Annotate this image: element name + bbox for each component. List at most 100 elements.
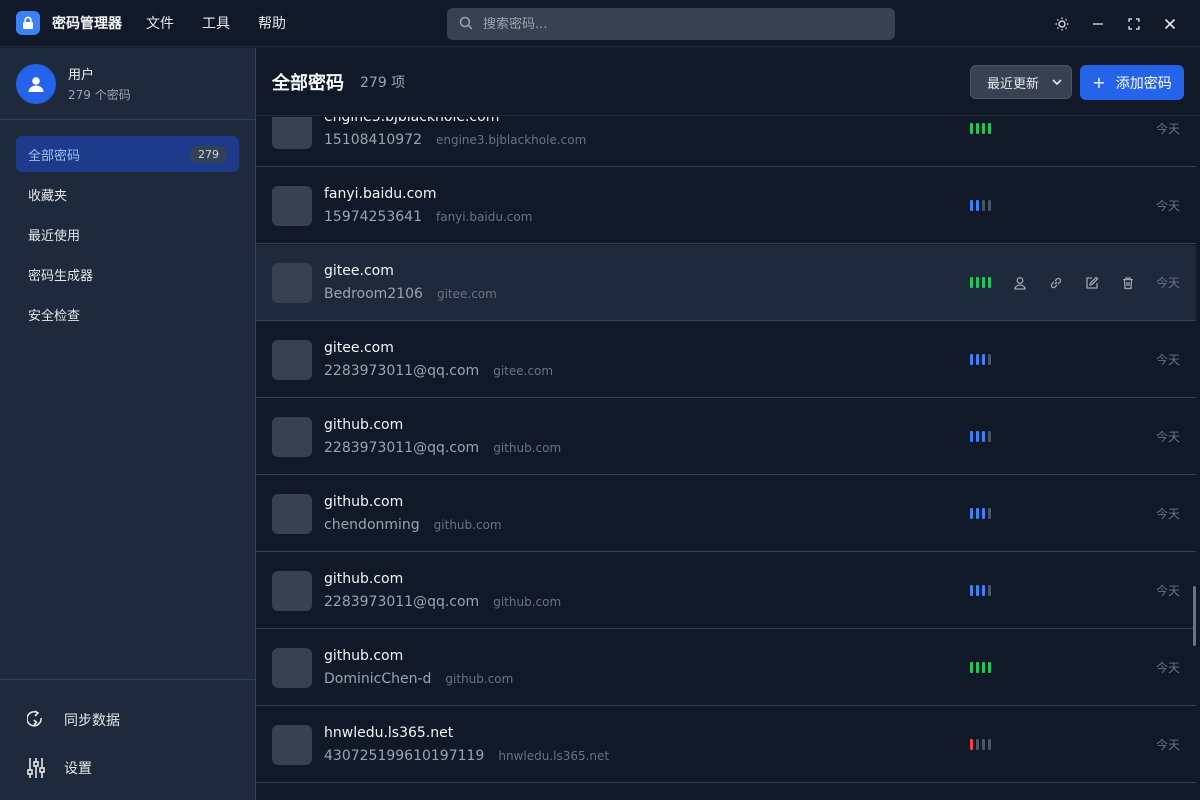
entry-username: 430725199610197119 bbox=[324, 748, 485, 764]
strength-bar bbox=[970, 354, 973, 365]
strength-bar bbox=[970, 585, 973, 596]
list-item[interactable]: fanyi.baidu.com 15974253641 fanyi.baidu.co… bbox=[256, 168, 1196, 244]
strength-bar bbox=[982, 739, 985, 750]
entry-username: 15974253641 bbox=[324, 209, 422, 225]
strength-bar bbox=[976, 123, 979, 134]
chevron-down-icon bbox=[1051, 75, 1063, 93]
entry-title: github.com bbox=[324, 648, 404, 664]
menu-tools[interactable]: 工具 bbox=[202, 13, 230, 33]
list-item[interactable]: github.com 2283973011@qq.com github.com 今天 bbox=[256, 399, 1196, 475]
sidebar-item-all-passwords[interactable]: 全部密码 279 bbox=[16, 136, 239, 172]
copy-username-icon[interactable] bbox=[1008, 271, 1032, 295]
entry-title: fanyi.baidu.com bbox=[324, 186, 437, 202]
add-password-button[interactable]: + 添加密码 bbox=[1080, 65, 1184, 100]
item-count: 279 项 bbox=[360, 74, 406, 91]
sidebar-item-security-check[interactable]: 安全检查 bbox=[16, 296, 239, 332]
strength-bar bbox=[976, 508, 979, 519]
strength-bar bbox=[982, 123, 985, 134]
sidebar-item-label: 安全检查 bbox=[28, 308, 81, 324]
list-item[interactable]: github.com 2283973011@qq.com github.com 今天 bbox=[256, 553, 1196, 629]
entry-updated-time: 今天 bbox=[1155, 276, 1180, 290]
scrollbar-thumb[interactable] bbox=[1193, 586, 1196, 646]
entry-updated-time: 今天 bbox=[1155, 430, 1180, 444]
entry-title: engine3.bjblackhole.com bbox=[324, 117, 500, 125]
title-bar: 密码管理器 文件 工具 帮助 bbox=[0, 0, 1200, 47]
strength-bar bbox=[982, 662, 985, 673]
sidebar-item-favorites[interactable]: 收藏夹 bbox=[16, 176, 239, 212]
settings-button[interactable]: 设置 bbox=[24, 744, 239, 792]
maximize-icon[interactable] bbox=[1116, 6, 1152, 42]
list-item[interactable]: engine3.bjblackhole.com 15108410972 engine… bbox=[256, 117, 1196, 167]
entry-title: github.com bbox=[324, 494, 404, 510]
entry-title: gitee.com bbox=[324, 263, 394, 279]
add-password-label: 添加密码 bbox=[1115, 75, 1172, 92]
list-item[interactable]: gitee.com Bedroom2106 gitee.com 今天 bbox=[256, 245, 1196, 321]
menu-help[interactable]: 帮助 bbox=[258, 13, 286, 33]
strength-bar bbox=[976, 662, 979, 673]
site-favicon bbox=[272, 185, 312, 226]
site-favicon bbox=[272, 117, 312, 149]
strength-bar bbox=[982, 431, 985, 442]
minimize-icon[interactable] bbox=[1080, 6, 1116, 42]
user-name: 用户 bbox=[68, 68, 95, 83]
entry-updated-time: 今天 bbox=[1155, 353, 1180, 367]
password-strength-meter bbox=[970, 508, 994, 519]
site-favicon bbox=[272, 339, 312, 380]
strength-bar bbox=[988, 431, 991, 442]
sidebar-item-label: 全部密码 bbox=[28, 148, 81, 164]
entry-domain: fanyi.baidu.com bbox=[435, 210, 533, 224]
sync-button[interactable]: 同步数据 bbox=[24, 696, 239, 744]
strength-bar bbox=[982, 200, 985, 211]
entry-username: 15108410972 bbox=[324, 132, 422, 148]
sidebar-item-label: 密码生成器 bbox=[28, 268, 94, 284]
theme-toggle-icon[interactable] bbox=[1044, 6, 1080, 42]
list-item[interactable]: github.com chendonming github.com 今天 bbox=[256, 476, 1196, 552]
user-profile: 用户 279 个密码 bbox=[0, 48, 255, 120]
sidebar-footer: 同步数据 设置 bbox=[0, 679, 255, 800]
copy-link-icon[interactable] bbox=[1044, 271, 1068, 295]
site-favicon bbox=[272, 647, 312, 688]
password-list: engine3.bjblackhole.com 15108410972 engine… bbox=[256, 117, 1200, 800]
trash-icon[interactable] bbox=[1116, 271, 1140, 295]
app-title: 密码管理器 bbox=[52, 16, 122, 32]
site-favicon bbox=[272, 416, 312, 457]
settings-sliders-icon bbox=[24, 756, 48, 780]
sidebar-item-recent[interactable]: 最近使用 bbox=[16, 216, 239, 252]
close-icon[interactable] bbox=[1152, 6, 1188, 42]
strength-bar bbox=[988, 508, 991, 519]
sidebar-nav: 全部密码 279 收藏夹 最近使用 密码生成器 安全检查 bbox=[0, 120, 255, 332]
menu-file[interactable]: 文件 bbox=[146, 13, 174, 33]
sort-label: 最近更新 bbox=[987, 76, 1040, 92]
sidebar-item-generator[interactable]: 密码生成器 bbox=[16, 256, 239, 292]
entry-title: hnwledu.ls365.net bbox=[324, 725, 454, 741]
search-box[interactable] bbox=[447, 8, 895, 40]
strength-bar bbox=[988, 662, 991, 673]
entry-updated-time: 今天 bbox=[1155, 122, 1180, 136]
entry-domain: gitee.com bbox=[493, 364, 554, 378]
site-favicon bbox=[272, 262, 312, 303]
list-item[interactable]: github.com DominicChen-d github.com 今天 bbox=[256, 630, 1196, 706]
entry-title: gitee.com bbox=[324, 340, 394, 356]
edit-icon[interactable] bbox=[1080, 271, 1104, 295]
entry-title: github.com bbox=[324, 571, 404, 587]
entry-domain: github.com bbox=[493, 441, 562, 455]
settings-label: 设置 bbox=[64, 761, 92, 777]
sync-label: 同步数据 bbox=[64, 713, 120, 729]
sync-icon bbox=[24, 708, 48, 732]
strength-bar bbox=[976, 739, 979, 750]
main-panel: 全部密码 279 项 最近更新 + 添加密码 engine3.bjblackho… bbox=[256, 48, 1200, 800]
password-strength-meter bbox=[970, 354, 994, 365]
list-item[interactable]: hnwledu.ls365.net 430725199610197119 hnwle… bbox=[256, 707, 1196, 783]
strength-bar bbox=[988, 200, 991, 211]
strength-bar bbox=[970, 200, 973, 211]
search-input[interactable] bbox=[483, 16, 863, 32]
sidebar-item-label: 最近使用 bbox=[28, 228, 81, 244]
sidebar-item-label: 收藏夹 bbox=[28, 188, 68, 204]
list-item[interactable]: gitee.com 2283973011@qq.com gitee.com 今天 bbox=[256, 322, 1196, 398]
strength-bar bbox=[988, 123, 991, 134]
strength-bar bbox=[982, 354, 985, 365]
entry-updated-time: 今天 bbox=[1155, 661, 1180, 675]
sort-dropdown[interactable]: 最近更新 bbox=[970, 65, 1072, 99]
entry-domain: github.com bbox=[433, 518, 502, 532]
strength-bar bbox=[976, 200, 979, 211]
